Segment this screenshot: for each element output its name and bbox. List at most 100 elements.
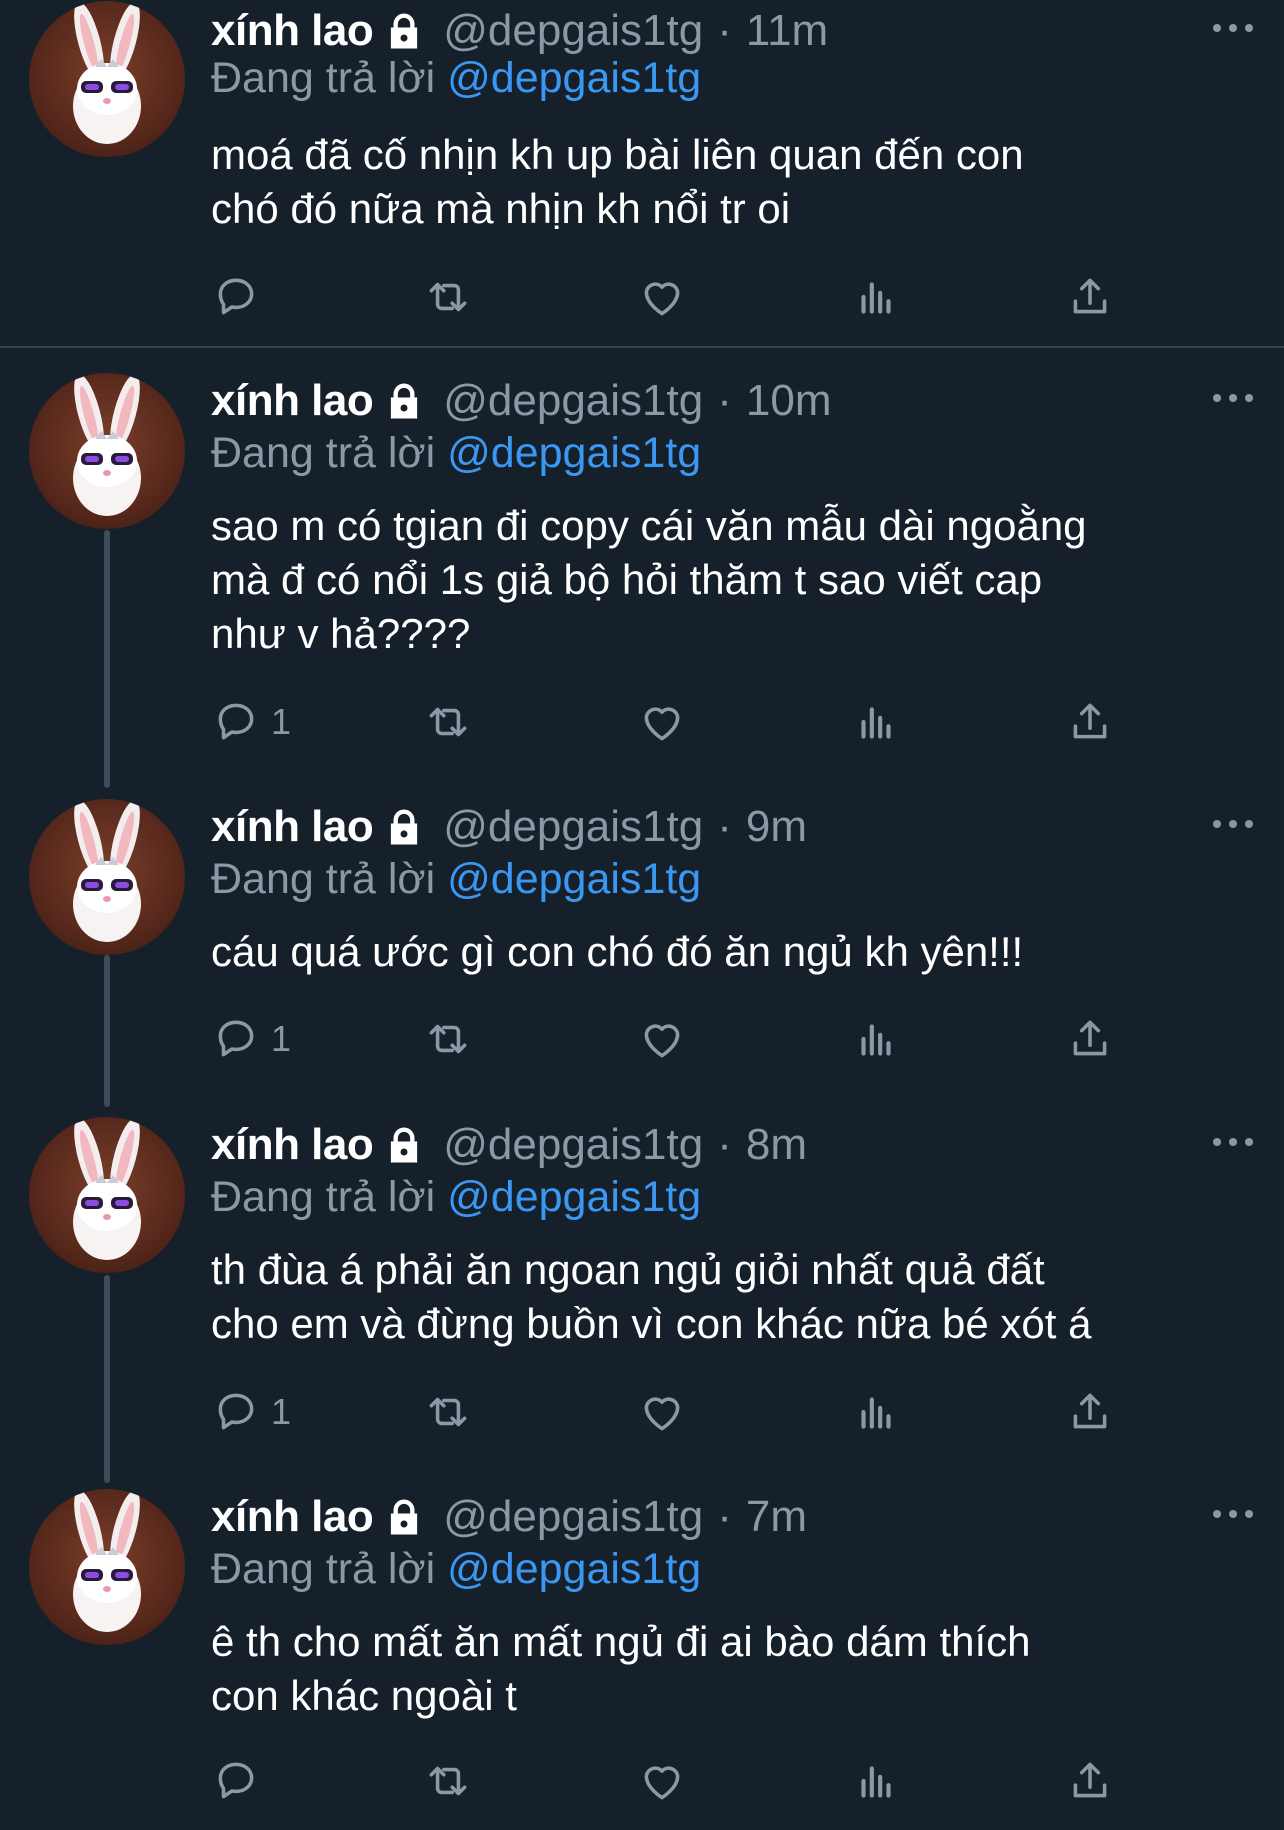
replying-prefix: Đang trả lời <box>211 1173 436 1221</box>
views-button[interactable] <box>851 1009 901 1069</box>
user-handle[interactable]: @depgais1tg <box>443 376 703 426</box>
lock-icon <box>383 1496 425 1538</box>
share-icon <box>1073 1762 1107 1798</box>
mention-link[interactable]: @depgais1tg <box>447 429 701 477</box>
tweet[interactable]: xính lao @depgais1tg · 11m Đang trả lời … <box>0 0 1284 346</box>
retweet-icon <box>429 1766 467 1796</box>
like-button[interactable] <box>637 1382 687 1442</box>
replying-to: Đang trả lời @depgais1tg <box>211 855 701 904</box>
tweet-text: ê th cho mất ăn mất ngủ đi ai bào dám th… <box>211 1618 1031 1719</box>
replying-prefix: Đang trả lời <box>211 1545 436 1593</box>
user-handle[interactable]: @depgais1tg <box>443 1492 703 1542</box>
user-handle[interactable]: @depgais1tg <box>443 802 703 852</box>
more-icon[interactable] <box>1213 1499 1253 1529</box>
heart-icon <box>644 707 680 741</box>
replying-to: Đang trả lời @depgais1tg <box>211 54 701 103</box>
share-button[interactable] <box>1065 1751 1115 1811</box>
views-icon <box>861 1397 891 1429</box>
like-button[interactable] <box>637 267 687 327</box>
retweet-icon <box>429 707 467 737</box>
share-icon <box>1073 278 1107 314</box>
replying-to: Đang trả lời @depgais1tg <box>211 1173 701 1222</box>
mention-link[interactable]: @depgais1tg <box>447 1173 701 1221</box>
avatar-bunny-image <box>73 1490 141 1632</box>
share-icon <box>1073 1020 1107 1056</box>
tweet-text: moá đã cố nhịn kh up bài liên quan đến c… <box>211 131 1024 232</box>
avatar-bunny-image <box>73 2 141 144</box>
display-name[interactable]: xính lao <box>211 1492 374 1542</box>
tweet-actions: 1 <box>211 1009 1131 1069</box>
mention-link[interactable]: @depgais1tg <box>447 54 701 102</box>
reply-button[interactable] <box>211 1751 271 1811</box>
display-name[interactable]: xính lao <box>211 802 374 852</box>
tweet-header: xính lao @depgais1tg · 7m <box>211 1489 807 1545</box>
share-icon <box>1073 703 1107 739</box>
retweet-button[interactable] <box>423 692 473 752</box>
reply-button[interactable]: 1 <box>211 692 291 752</box>
user-handle[interactable]: @depgais1tg <box>443 6 703 56</box>
timestamp[interactable]: 8m <box>746 1120 807 1170</box>
tweet-actions <box>211 267 1131 327</box>
reply-button[interactable] <box>211 267 271 327</box>
user-handle[interactable]: @depgais1tg <box>443 1120 703 1170</box>
views-button[interactable] <box>851 1751 901 1811</box>
avatar[interactable] <box>29 373 185 529</box>
more-icon[interactable] <box>1213 13 1253 43</box>
retweet-icon <box>429 1024 467 1054</box>
separator-dot: · <box>717 6 732 55</box>
mention-link[interactable]: @depgais1tg <box>447 855 701 903</box>
timestamp[interactable]: 9m <box>746 802 807 852</box>
retweet-button[interactable] <box>423 1751 473 1811</box>
tweet-separator <box>0 346 1284 348</box>
more-icon[interactable] <box>1213 383 1253 413</box>
tweet-actions: 1 <box>211 1382 1131 1442</box>
views-button[interactable] <box>851 692 901 752</box>
views-button[interactable] <box>851 267 901 327</box>
timestamp[interactable]: 7m <box>746 1492 807 1542</box>
views-button[interactable] <box>851 1382 901 1442</box>
separator-dot: · <box>717 376 732 425</box>
retweet-button[interactable] <box>423 267 473 327</box>
timestamp[interactable]: 10m <box>746 376 832 426</box>
share-button[interactable] <box>1065 1009 1115 1069</box>
tweet[interactable]: xính lao @depgais1tg · 7m Đang trả lời @… <box>0 1489 1284 1830</box>
reply-count: 1 <box>271 1391 292 1432</box>
display-name[interactable]: xính lao <box>211 376 374 426</box>
views-icon <box>861 707 891 739</box>
tweet[interactable]: xính lao @depgais1tg · 9m Đang trả lời @… <box>0 799 1284 1099</box>
avatar-bunny-image <box>73 1118 141 1260</box>
retweet-button[interactable] <box>423 1382 473 1442</box>
display-name[interactable]: xính lao <box>211 1120 374 1170</box>
timestamp[interactable]: 11m <box>746 6 828 56</box>
tweet[interactable]: xính lao @depgais1tg · 8m Đang trả lời @… <box>0 1117 1284 1467</box>
avatar-bunny-image <box>73 800 141 942</box>
share-button[interactable] <box>1065 1382 1115 1442</box>
mention-link[interactable]: @depgais1tg <box>447 1545 701 1593</box>
views-icon <box>861 282 891 314</box>
views-icon <box>861 1024 891 1056</box>
more-icon[interactable] <box>1213 809 1253 839</box>
avatar[interactable] <box>29 799 185 955</box>
display-name[interactable]: xính lao <box>211 6 374 56</box>
lock-icon <box>383 1124 425 1166</box>
tweet[interactable]: xính lao @depgais1tg · 10m Đang trả lời … <box>0 373 1284 783</box>
reply-button[interactable]: 1 <box>211 1009 291 1069</box>
reply-icon <box>218 1020 254 1057</box>
tweet-header: xính lao @depgais1tg · 11m <box>211 3 828 59</box>
reply-button[interactable]: 1 <box>211 1382 291 1442</box>
share-button[interactable] <box>1065 692 1115 752</box>
replying-to: Đang trả lời @depgais1tg <box>211 1545 701 1594</box>
more-icon[interactable] <box>1213 1127 1253 1157</box>
like-button[interactable] <box>637 1009 687 1069</box>
share-button[interactable] <box>1065 267 1115 327</box>
like-button[interactable] <box>637 1751 687 1811</box>
heart-icon <box>644 1024 680 1058</box>
avatar[interactable] <box>29 1117 185 1273</box>
separator-dot: · <box>717 1120 732 1169</box>
avatar[interactable] <box>29 1 185 157</box>
avatar[interactable] <box>29 1489 185 1645</box>
replying-prefix: Đang trả lời <box>211 855 436 903</box>
like-button[interactable] <box>637 692 687 752</box>
views-icon <box>861 1766 891 1798</box>
retweet-button[interactable] <box>423 1009 473 1069</box>
